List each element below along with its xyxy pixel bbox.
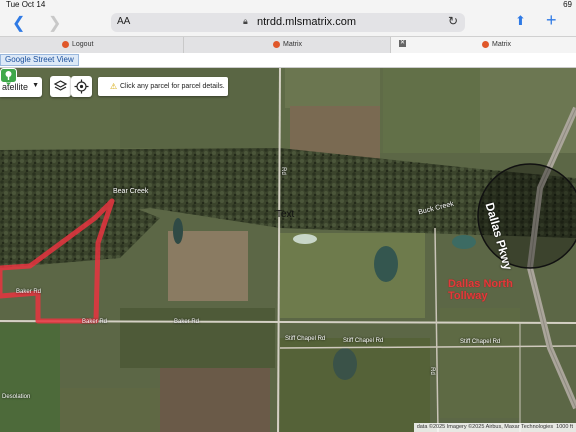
status-bar: Tue Oct 14 69 [0, 0, 576, 10]
hint-text: Click any parcel for parcel details. [120, 83, 225, 90]
satellite-map[interactable]: atellite ▼ ⚠︎ Click any parcel for parce… [0, 68, 576, 432]
text-size-button[interactable]: AA [117, 16, 130, 27]
creek-label: Bear Creek [113, 188, 149, 195]
site-favicon-icon [273, 41, 280, 48]
road-label: Baker Rd [16, 289, 42, 295]
site-favicon-icon [482, 41, 489, 48]
tab-matrix[interactable]: Matrix [183, 37, 389, 53]
annotation-line: Tollway [448, 290, 488, 302]
road-label: Baker Rd [174, 319, 200, 325]
tab-label: Logout [72, 41, 94, 48]
road-label: Rd [428, 367, 435, 375]
site-favicon-icon [62, 41, 69, 48]
attribution-text: data ©2025 Imagery ©2025 Airbus, Maxar T… [416, 424, 554, 430]
map-overlay-text: Text [276, 209, 295, 220]
browser-toolbar: ❮ ❯ AA 🔒︎ ntrdd.mlsmatrix.com ↻ ⬆︎ + [0, 10, 576, 36]
clock: Tue Oct 14 [6, 0, 46, 9]
forward-icon[interactable]: ❯ [48, 13, 61, 33]
battery-percent: 69 [563, 0, 572, 9]
warning-icon: ⚠︎ [110, 82, 118, 91]
share-icon[interactable]: ⬆︎ [515, 13, 526, 29]
url-text[interactable]: ntrdd.mlsmatrix.com [257, 16, 356, 28]
scale-label: 1000 ft [556, 424, 573, 430]
tollway-annotation: Dallas North Tollway [448, 278, 513, 302]
road-label: Baker Rd [82, 319, 108, 325]
street-view-link[interactable]: Google Street View [0, 54, 79, 66]
crosshair-icon [74, 79, 89, 94]
tab-logout[interactable]: Logout [0, 37, 182, 53]
tab-matrix-active[interactable]: ✕ Matrix [390, 37, 576, 53]
satellite-imagery [0, 68, 576, 432]
parcel-hint-banner: ⚠︎ Click any parcel for parcel details. [98, 77, 228, 96]
annotation-line: Dallas North [448, 278, 513, 290]
tab-label: Matrix [283, 41, 303, 48]
lock-icon: 🔒︎ [243, 16, 248, 26]
address-bar[interactable]: AA 🔒︎ ntrdd.mlsmatrix.com ↻ [111, 13, 465, 32]
road-label: Stiff Chapel Rd [343, 338, 384, 344]
road-label: Stiff Chapel Rd [285, 336, 326, 342]
road-label: Rd [279, 167, 286, 175]
property-marker-icon[interactable] [0, 68, 17, 86]
layers-icon [53, 80, 68, 91]
new-tab-icon[interactable]: + [546, 10, 557, 31]
layers-button[interactable] [50, 76, 71, 97]
tab-bar: Logout Matrix ✕ Matrix [0, 36, 576, 53]
edge-label: Desolation [2, 394, 31, 400]
tab-label: Matrix [492, 41, 512, 48]
street-view-bar: Google Street View [0, 53, 576, 68]
map-attribution: data ©2025 Imagery ©2025 Airbus, Maxar T… [413, 423, 576, 432]
chevron-down-icon: ▼ [32, 82, 39, 89]
locate-button[interactable] [71, 76, 92, 97]
close-tab-icon[interactable]: ✕ [399, 40, 406, 47]
reload-icon[interactable]: ↻ [448, 14, 458, 28]
back-icon[interactable]: ❮ [12, 13, 25, 33]
road-label: Stiff Chapel Rd [460, 339, 501, 345]
